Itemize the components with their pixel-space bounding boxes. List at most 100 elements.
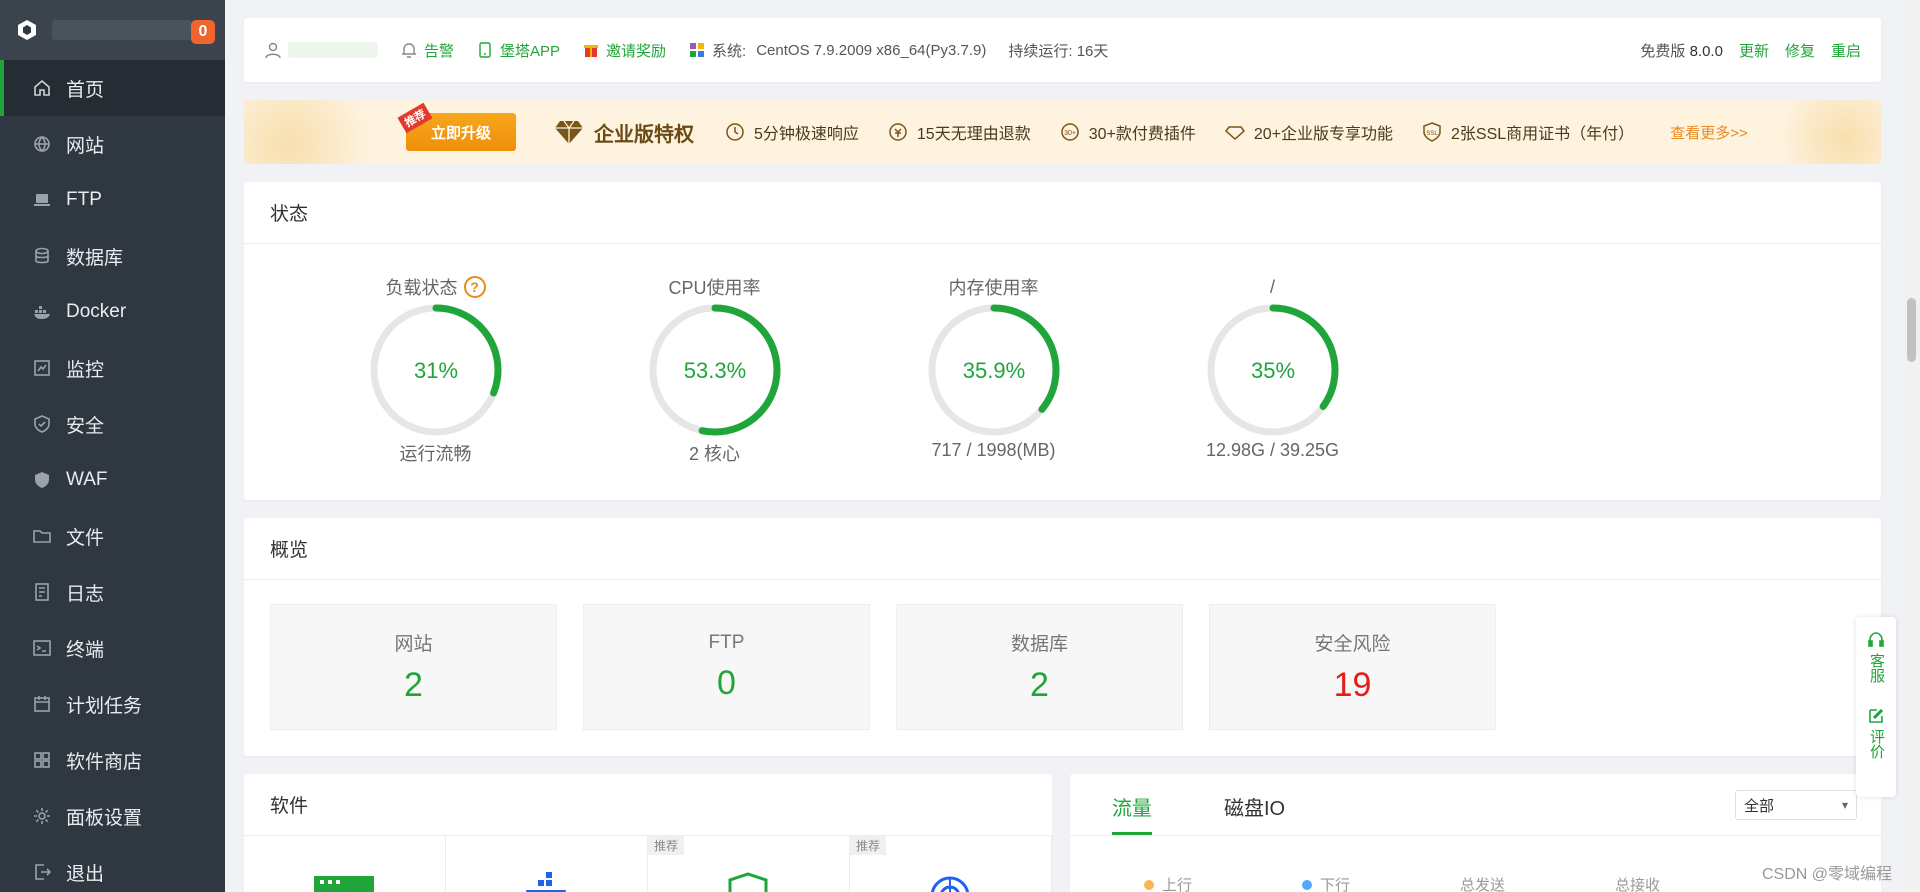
feature-refund: 15天无理由退款 <box>887 120 1031 144</box>
logout-icon <box>32 862 52 882</box>
overview-label: 安全风险 <box>1314 634 1391 655</box>
overview-value[interactable]: 0 <box>717 664 736 703</box>
enterprise-title-text: 企业版特权 <box>594 123 694 146</box>
software-item[interactable]: 推荐 WAF <box>648 836 850 892</box>
tab-traffic[interactable]: 流量 <box>1112 792 1152 835</box>
invite-link[interactable]: 邀请奖励 <box>582 40 666 61</box>
sidebar-item-store[interactable]: 软件商店 <box>0 732 225 788</box>
notification-badge[interactable]: 0 <box>191 20 215 44</box>
overview-card-website[interactable]: 网站 2 <box>270 604 557 730</box>
svg-text:SSL: SSL <box>1426 131 1438 137</box>
sidebar-item-label: 退出 <box>66 863 105 885</box>
gauge-disk[interactable]: / 35% 12.98G / 39.25G <box>1133 244 1412 500</box>
gauge-sub: 12.98G / 39.25G <box>1205 440 1340 460</box>
see-more-link[interactable]: 查看更多>> <box>1670 122 1748 143</box>
ftp-icon <box>32 190 52 210</box>
software-item[interactable] <box>446 836 648 892</box>
sidebar-item-logout[interactable]: 退出 <box>0 844 225 892</box>
bell-icon <box>402 43 416 58</box>
sidebar-item-ftp[interactable]: FTP <box>0 172 225 228</box>
sidebar-item-database[interactable]: 数据库 <box>0 228 225 284</box>
home-icon <box>32 78 52 98</box>
gauge-load[interactable]: 负载状态? 31% 运行流畅 <box>296 244 575 500</box>
username-masked <box>288 42 378 58</box>
status-title: 状态 <box>244 182 1881 244</box>
upgrade-button[interactable]: 推荐 立即升级 <box>397 102 516 151</box>
traffic-legend: 上行 下行 总发送 总接收 <box>1070 836 1881 892</box>
overview-label: 网站 <box>394 634 433 655</box>
sidebar-item-label: 网站 <box>66 135 105 157</box>
sidebar-item-terminal[interactable]: 终端 <box>0 620 225 676</box>
sidebar-item-monitor[interactable]: 监控 <box>0 340 225 396</box>
repair-button[interactable]: 修复 <box>1785 40 1815 61</box>
version-actions: 免费版 8.0.0 更新 修复 重启 <box>1624 40 1861 61</box>
user-info[interactable] <box>264 41 378 59</box>
invite-label: 邀请奖励 <box>606 42 667 60</box>
sidebar-item-label: 监控 <box>66 359 105 381</box>
update-button[interactable]: 更新 <box>1739 40 1769 61</box>
recommend-tag: 推荐 <box>397 102 433 134</box>
gauge-memory[interactable]: 内存使用率 35.9% 717 / 1998(MB) <box>854 244 1133 500</box>
alert-link[interactable]: 告警 <box>400 40 454 61</box>
traffic-panel: 流量 磁盘IO 全部 ▾ 上行 下行 总发送 总接收 <box>1070 774 1881 892</box>
overview-cards: 网站 2 FTP 0 数据库 2 安全风险 19 <box>244 580 1881 756</box>
review-button[interactable]: 评价 <box>1867 707 1885 759</box>
sidebar-item-logs[interactable]: 日志 <box>0 564 225 620</box>
feature-ssl: SSL 2张SSL商用证书（年付） <box>1421 120 1634 144</box>
overview-card-security-risk[interactable]: 安全风险 19 <box>1209 604 1496 730</box>
overview-value[interactable]: 2 <box>404 666 423 705</box>
app-link[interactable]: 堡塔APP <box>476 40 560 61</box>
legend-dot <box>1302 879 1313 890</box>
sidebar-item-files[interactable]: 文件 <box>0 508 225 564</box>
sidebar-item-website[interactable]: 网站 <box>0 116 225 172</box>
gauge-ring: 53.3% <box>649 304 780 436</box>
sidebar-item-label: Docker <box>66 301 127 322</box>
sidebar-item-security[interactable]: 安全 <box>0 396 225 452</box>
sidebar-item-cron[interactable]: 计划任务 <box>0 676 225 732</box>
upgrade-label: 立即升级 <box>430 124 491 142</box>
gauge-label: CPU使用率 <box>668 278 761 298</box>
overview-card-ftp[interactable]: FTP 0 <box>583 604 870 730</box>
overview-title: 概览 <box>244 518 1881 580</box>
sidebar-item-label: 面板设置 <box>66 807 143 829</box>
overview-value[interactable]: 2 <box>1030 666 1049 705</box>
status-gauges: 负载状态? 31% 运行流畅 CPU使用率 53.3% 2 核心 内存使用率 3… <box>244 244 1881 500</box>
log-icon <box>32 582 52 602</box>
restart-button[interactable]: 重启 <box>1831 40 1861 61</box>
database-icon <box>32 246 52 266</box>
help-icon[interactable]: ? <box>463 276 486 298</box>
sidebar-item-home[interactable]: 首页 <box>0 60 225 116</box>
gear-icon <box>32 806 52 826</box>
apps-icon <box>32 750 52 770</box>
legend-total-received: 总接收 <box>1615 877 1661 892</box>
gauge-cpu[interactable]: CPU使用率 53.3% 2 核心 <box>575 244 854 500</box>
enterprise-banner: 推荐 立即升级 企业版特权 5分钟极速响应 15天无理由退款 30+ 30+款付… <box>244 100 1881 164</box>
tab-disk-io[interactable]: 磁盘IO <box>1224 792 1285 835</box>
sidebar-nav: 首页 网站 FTP 数据库 Docker 监控 安全 WAF 文件 日志 终端 … <box>0 60 225 892</box>
customer-service-button[interactable]: 客服 <box>1867 631 1885 683</box>
system-icon <box>690 43 705 57</box>
recommend-tag: 推荐 <box>648 836 685 855</box>
sidebar-item-settings[interactable]: 面板设置 <box>0 788 225 844</box>
page-scrollbar[interactable] <box>1903 0 1920 892</box>
username-masked <box>52 20 192 40</box>
software-item[interactable] <box>244 836 446 892</box>
bt-logo-icon[interactable] <box>16 19 38 41</box>
sidebar-item-label: 安全 <box>66 415 105 437</box>
network-interface-select[interactable]: 全部 ▾ <box>1735 790 1857 820</box>
sidebar: 0 首页 网站 FTP 数据库 Docker 监控 安全 WAF 文件 日志 终… <box>0 0 225 892</box>
refund-icon <box>889 123 907 141</box>
headset-icon <box>1868 632 1884 647</box>
software-item[interactable]: 推荐 <box>850 836 1052 892</box>
overview-card-database[interactable]: 数据库 2 <box>896 604 1183 730</box>
overview-value[interactable]: 19 <box>1334 666 1372 705</box>
uptime-info: 持续运行: 16天 <box>1008 40 1108 61</box>
overview-label: FTP <box>708 631 745 653</box>
gauge-value: 53.3% <box>683 358 745 383</box>
software-grid: 推荐 WAF 推荐 <box>244 836 1052 892</box>
status-panel: 状态 负载状态? 31% 运行流畅 CPU使用率 53.3% 2 核心 内存使用… <box>244 182 1881 500</box>
scrollbar-thumb[interactable] <box>1907 298 1916 362</box>
sidebar-item-waf[interactable]: WAF <box>0 452 225 508</box>
sidebar-item-docker[interactable]: Docker <box>0 284 225 340</box>
gauge-ring: 35% <box>1207 304 1338 436</box>
